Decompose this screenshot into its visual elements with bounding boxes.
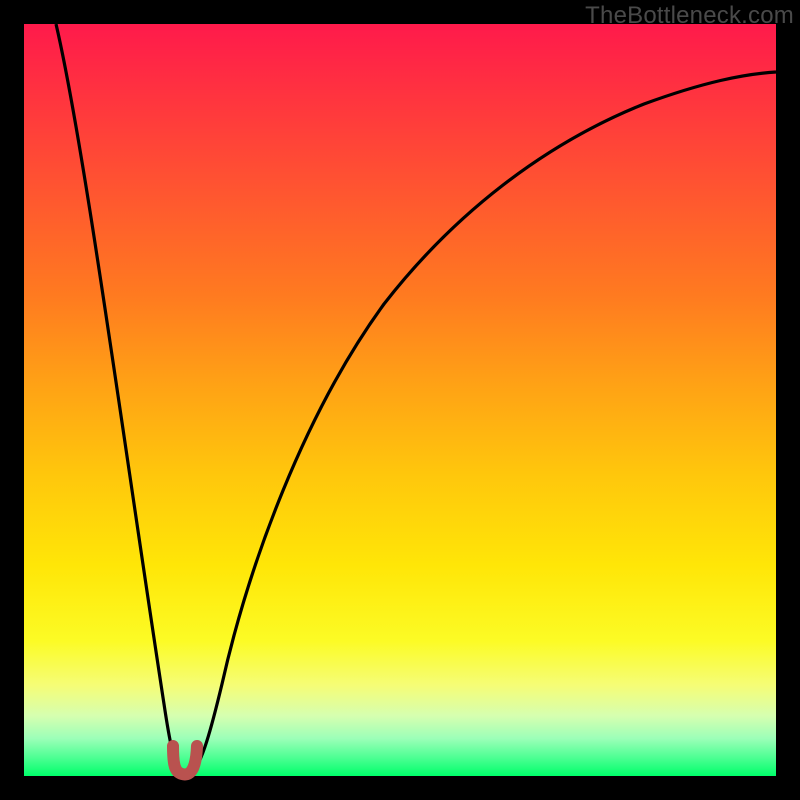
- optimal-marker: [173, 746, 197, 774]
- chart-area: [24, 24, 776, 776]
- watermark-text: TheBottleneck.com: [585, 2, 794, 30]
- bottleneck-curve-svg: [24, 24, 776, 776]
- bottleneck-curve: [56, 24, 776, 773]
